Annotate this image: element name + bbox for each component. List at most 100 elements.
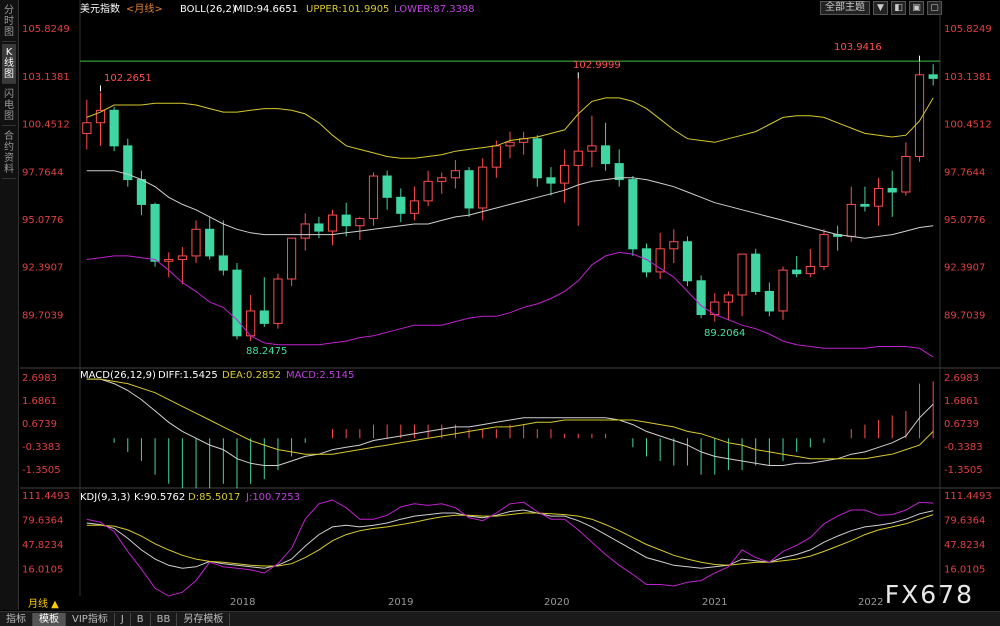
candle-body bbox=[546, 177, 556, 184]
bottom-tab-b[interactable]: B bbox=[131, 612, 151, 626]
boll-upper-value: UPPER:101.9905 bbox=[306, 4, 389, 15]
candle-body bbox=[341, 214, 351, 227]
main-legend: 美元指数 <月线> BOLL(26,2) MID:94.6651 UPPER:1… bbox=[80, 2, 475, 15]
candle-body bbox=[873, 187, 884, 207]
price-tick-right: 92.3907 bbox=[944, 263, 985, 274]
annotation-low-1: 88.2475 bbox=[246, 346, 287, 357]
price-tick-left: 100.4512 bbox=[22, 120, 70, 131]
candle-body bbox=[478, 166, 488, 209]
macd-diff-value: DIFF:1.5425 bbox=[158, 370, 218, 381]
boll-label: BOLL(26,2) bbox=[180, 4, 236, 15]
macd-tick-left: 0.6739 bbox=[22, 419, 57, 430]
year-label-2019: 2019 bbox=[388, 597, 413, 608]
annotation-low-2: 89.2064 bbox=[704, 328, 745, 339]
macd-tick-right: 0.6739 bbox=[944, 419, 979, 430]
left-sidebar: 分时图 K线图 闪电图 合约资料 bbox=[0, 0, 19, 610]
candle-body bbox=[669, 241, 679, 250]
candle-body bbox=[109, 109, 119, 147]
candle-body bbox=[205, 228, 215, 257]
tab-kline[interactable]: K线图 bbox=[2, 44, 16, 84]
kdj-tick-left: 47.8234 bbox=[22, 540, 63, 551]
candle-body bbox=[396, 196, 406, 214]
candle-body bbox=[641, 248, 652, 273]
candle-body bbox=[286, 237, 297, 280]
kdj-tick-right: 47.8234 bbox=[944, 540, 985, 551]
candle-body bbox=[450, 170, 460, 179]
candle-body bbox=[218, 255, 228, 271]
macd-tick-left: -0.3383 bbox=[22, 442, 61, 453]
candle-body bbox=[696, 280, 706, 316]
time-axis: 月线 ▲ 2018 2019 2020 2021 2022 bbox=[28, 597, 883, 610]
year-label-2020: 2020 bbox=[544, 597, 569, 608]
chart-area: 美元指数 <月线> BOLL(26,2) MID:94.6651 UPPER:1… bbox=[20, 0, 1000, 610]
candle-body bbox=[751, 253, 761, 292]
boll-mid-value: MID:94.6651 bbox=[234, 4, 298, 15]
price-tick-right: 105.8249 bbox=[944, 24, 992, 35]
bottom-tab-save-template[interactable]: 另存模板 bbox=[177, 612, 231, 626]
price-tick-left: 89.7039 bbox=[22, 310, 63, 321]
candle-body bbox=[887, 187, 897, 193]
tab-timeshare[interactable]: 分时图 bbox=[2, 2, 16, 42]
bottom-tab-bb[interactable]: BB bbox=[151, 612, 178, 626]
price-tick-left: 105.8249 bbox=[22, 24, 70, 35]
watermark-logo: FX678 bbox=[884, 580, 974, 609]
candle-body bbox=[300, 223, 310, 239]
bottom-tab-template[interactable]: 模板 bbox=[33, 612, 66, 626]
candle-body bbox=[232, 269, 242, 337]
kdj-tick-left: 16.0105 bbox=[22, 564, 63, 575]
kdj-k-value: K:90.5762 bbox=[134, 492, 185, 503]
price-tick-left: 95.0776 bbox=[22, 215, 63, 226]
candle-body bbox=[368, 175, 379, 220]
kdj-j-value: J:100.7253 bbox=[245, 492, 300, 503]
candle-body bbox=[846, 203, 856, 237]
annotation-high-1: 102.2651 bbox=[104, 73, 152, 84]
period-label: <月线> bbox=[126, 2, 163, 15]
instrument-name: 美元指数 bbox=[80, 2, 120, 15]
candle-body bbox=[764, 290, 774, 312]
candle-body bbox=[177, 255, 187, 260]
candle-body bbox=[682, 241, 693, 282]
candle-body bbox=[928, 74, 938, 79]
kdj-tick-right: 111.4493 bbox=[944, 491, 992, 502]
kdj-legend: KDJ(9,3,3) K:90.5762 D:85.5017 J:100.725… bbox=[80, 492, 300, 503]
price-tick-right: 100.4512 bbox=[944, 120, 992, 131]
candle-body bbox=[614, 163, 624, 181]
candle-body bbox=[491, 145, 501, 168]
macd-tick-right: 2.6983 bbox=[944, 373, 979, 384]
macd-tick-right: -0.3383 bbox=[944, 442, 983, 453]
candle-body bbox=[819, 234, 829, 268]
price-tick-right: 89.7039 bbox=[944, 310, 985, 321]
price-tick-left: 103.1381 bbox=[22, 72, 70, 83]
candle-body bbox=[136, 179, 147, 205]
candle-body bbox=[778, 269, 788, 312]
macd-dea-value: DEA:0.2852 bbox=[222, 370, 281, 381]
candle-body bbox=[355, 218, 365, 227]
candle-body bbox=[150, 203, 160, 262]
candle-body bbox=[382, 175, 392, 198]
macd-tick-right: -1.3505 bbox=[944, 465, 983, 476]
kdj-label: KDJ(9,3,3) bbox=[80, 492, 131, 503]
year-label-2022: 2022 bbox=[858, 597, 883, 608]
period-indicator: 月线 ▲ bbox=[28, 597, 59, 610]
price-tick-right: 95.0776 bbox=[944, 215, 985, 226]
candle-body bbox=[628, 179, 638, 250]
price-tick-left: 97.7644 bbox=[22, 167, 63, 178]
bottom-tab-indicator[interactable]: 指标 bbox=[0, 612, 33, 626]
annotation-high-3: 103.9416 bbox=[834, 42, 882, 53]
macd-legend: MACD(26,12,9) DIFF:1.5425 DEA:0.2852 MAC… bbox=[80, 370, 354, 381]
kline-chart[interactable]: 美元指数 <月线> BOLL(26,2) MID:94.6651 UPPER:1… bbox=[20, 0, 1000, 610]
candle-body bbox=[423, 180, 433, 202]
bottom-tab-j[interactable]: J bbox=[115, 612, 131, 626]
price-tick-right: 97.7644 bbox=[944, 167, 985, 178]
kdj-tick-right: 16.0105 bbox=[944, 564, 985, 575]
bottom-tab-vip[interactable]: VIP指标 bbox=[66, 612, 115, 626]
macd-macd-value: MACD:2.5145 bbox=[286, 370, 354, 381]
kdj-d-value: D:85.5017 bbox=[188, 492, 240, 503]
candle-body bbox=[82, 122, 92, 134]
candle-body bbox=[259, 310, 269, 324]
annotation-high-2: 102.9999 bbox=[573, 60, 621, 71]
candle-body bbox=[792, 269, 802, 275]
tab-tick[interactable]: 闪电图 bbox=[2, 86, 16, 126]
tab-contract-info[interactable]: 合约资料 bbox=[2, 128, 16, 179]
macd-tick-right: 1.6861 bbox=[944, 396, 979, 407]
